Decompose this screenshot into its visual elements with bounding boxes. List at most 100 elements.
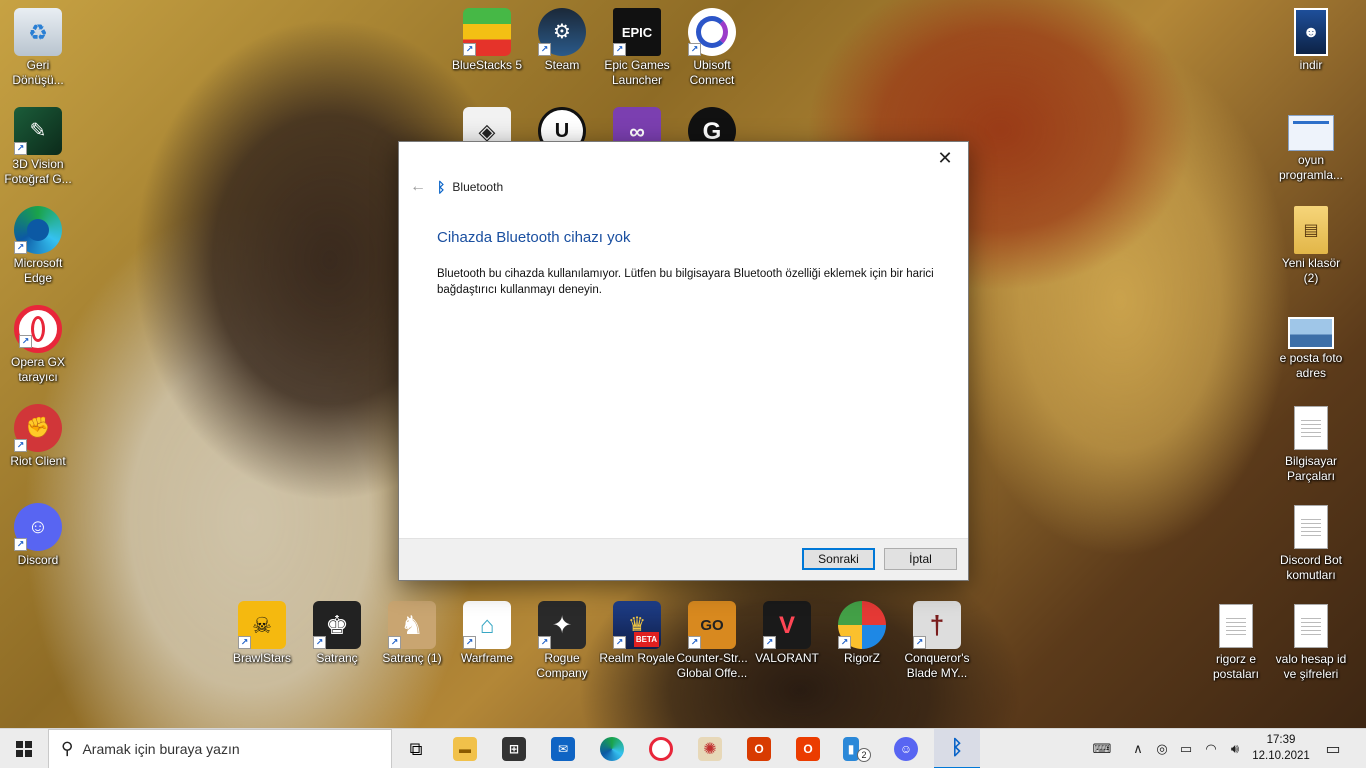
- desktop-icon-discord[interactable]: ☺ ↗ Discord: [0, 503, 76, 568]
- warframe-icon: ⌂ ↗: [463, 601, 511, 649]
- tray-network[interactable]: ◠: [1200, 729, 1222, 768]
- dialog-footer: Sonraki İptal: [399, 538, 968, 580]
- tray-keyboard[interactable]: ⌨: [1088, 729, 1116, 768]
- desktop-icon-riot-client[interactable]: ✊ ↗ Riot Client: [0, 404, 76, 469]
- conquerors-blade-icon: † ↗: [913, 601, 961, 649]
- task-view-button[interactable]: ⧉: [396, 729, 436, 768]
- desktop-icon-steam[interactable]: ⚙ ↗ Steam: [524, 8, 600, 73]
- text-document-icon: [1294, 406, 1328, 450]
- desktop-icon-discord-bot[interactable]: Discord Bot komutları: [1273, 503, 1349, 583]
- desktop-icon-realm-royale[interactable]: ♛ BETA ↗ Realm Royale: [599, 601, 675, 666]
- desktop-icon-epic-games[interactable]: EPIC ↗ Epic Games Launcher: [599, 8, 675, 88]
- clock-time: 17:39: [1266, 734, 1296, 746]
- realm-royale-icon: ♛ BETA ↗: [613, 601, 661, 649]
- taskbar-opera-gx[interactable]: [641, 729, 681, 768]
- cancel-button[interactable]: İptal: [884, 548, 957, 570]
- next-button[interactable]: Sonraki: [802, 548, 875, 570]
- taskbar-notes[interactable]: ▮ 2: [837, 729, 877, 768]
- steam-icon: ⚙ ↗: [538, 8, 586, 56]
- desktop-icon-edge[interactable]: ↗ Microsoft Edge: [0, 206, 76, 286]
- chess-icon: ♞ ↗: [388, 601, 436, 649]
- taskbar-discord[interactable]: ☺: [886, 729, 926, 768]
- wifi-icon: ◠: [1205, 741, 1217, 756]
- taskbar: ⚲ Aramak için buraya yazın ⧉ ▬ ⊞ ✉ ✺ O O…: [0, 728, 1366, 768]
- dialog-header: ← ᛒ Bluetooth: [407, 178, 503, 196]
- discord-icon: ☺ ↗: [14, 503, 62, 551]
- taskbar-search[interactable]: ⚲ Aramak için buraya yazın: [48, 729, 392, 768]
- task-view-icon: ⧉: [409, 738, 423, 759]
- desktop-icon-warframe[interactable]: ⌂ ↗ Warframe: [449, 601, 525, 666]
- desktop-icon-rigorz-e-postalari[interactable]: rigorz e postaları: [1198, 602, 1274, 682]
- desktop-icon-valo-hesap[interactable]: valo hesap id ve şifreleri: [1273, 602, 1349, 682]
- back-arrow-icon[interactable]: ←: [407, 178, 429, 196]
- csgo-icon: GO ↗: [688, 601, 736, 649]
- taskbar-mail[interactable]: ✉: [543, 729, 583, 768]
- camera-icon: ◎: [1156, 741, 1168, 756]
- store-icon: ⊞: [502, 737, 526, 761]
- valorant-icon: V ↗: [763, 601, 811, 649]
- desktop-icon-opera-gx[interactable]: ↗ Opera GX tarayıcı: [0, 305, 76, 385]
- taskbar-file-explorer[interactable]: ▬: [445, 729, 485, 768]
- opera-gx-icon: [649, 737, 673, 761]
- tray-battery[interactable]: ▭: [1175, 729, 1197, 768]
- tray-show-hidden[interactable]: ∧: [1128, 729, 1148, 768]
- desktop-icon-conquerors-blade[interactable]: † ↗ Conqueror's Blade MY...: [899, 601, 975, 681]
- desktop-icon-bilgisayar-parcalari[interactable]: Bilgisayar Parçaları: [1273, 404, 1349, 484]
- dialog-header-label: Bluetooth: [452, 180, 504, 194]
- desktop-icon-e-posta-foto[interactable]: e posta foto adres: [1273, 305, 1349, 381]
- mail-icon: ✉: [551, 737, 575, 761]
- brawlstars-icon: ☠ ↗: [238, 601, 286, 649]
- close-icon: ✕: [937, 148, 953, 168]
- taskbar-edge[interactable]: [592, 729, 632, 768]
- keyboard-icon: ⌨: [1092, 741, 1112, 756]
- taskbar-office-2[interactable]: O: [788, 729, 828, 768]
- folder-icon: ▤: [1294, 206, 1328, 254]
- desktop-icon-csgo[interactable]: GO ↗ Counter-Str... Global Offe...: [674, 601, 750, 681]
- bluetooth-icon: ᛒ: [951, 736, 963, 759]
- taskbar-bluetooth[interactable]: ᛒ: [934, 729, 980, 768]
- screenshot-file-icon: [1288, 115, 1334, 151]
- desktop-icon-valorant[interactable]: V ↗ VALORANT: [749, 601, 825, 666]
- image-file-icon: [1288, 317, 1334, 349]
- discord-icon: ☺: [894, 737, 918, 761]
- desktop-icon-ubisoft[interactable]: ↗ Ubisoft Connect: [674, 8, 750, 88]
- rogue-company-icon: ✦ ↗: [538, 601, 586, 649]
- desktop-icon-oyun-programlari[interactable]: oyun programla...: [1273, 107, 1349, 183]
- desktop-icon-brawlstars[interactable]: ☠ ↗ BrawlStars: [224, 601, 300, 666]
- search-icon: ⚲: [61, 739, 74, 758]
- dialog-title: Cihazda Bluetooth cihazı yok: [437, 229, 631, 246]
- opera-gx-icon: ↗: [14, 305, 62, 353]
- tray-clock[interactable]: 17:39 12.10.2021: [1250, 732, 1312, 764]
- paint-palette-icon: ✺: [698, 737, 722, 761]
- tray-webcam[interactable]: ◎: [1152, 729, 1172, 768]
- desktop-icon-bluestacks[interactable]: ↗ BlueStacks 5: [449, 8, 525, 73]
- 3d-vision-icon: ✎ ↗: [14, 107, 62, 155]
- tray-volume[interactable]: 🔊︎: [1224, 729, 1246, 768]
- desktop-icon-recycle-bin[interactable]: ♻ Geri Dönüşü...: [0, 8, 76, 88]
- chevron-up-icon: ∧: [1133, 741, 1143, 756]
- taskbar-paint[interactable]: ✺: [690, 729, 730, 768]
- edge-icon: ↗: [14, 206, 62, 254]
- desktop-icon-indir[interactable]: ☻ indir: [1273, 8, 1349, 73]
- taskbar-office[interactable]: O: [739, 729, 779, 768]
- search-placeholder: Aramak için buraya yazın: [82, 741, 240, 757]
- riot-client-icon: ✊ ↗: [14, 404, 62, 452]
- desktop-icon-rigorz[interactable]: ↗ RigorZ: [824, 601, 900, 666]
- start-button[interactable]: [0, 729, 48, 768]
- desktop-icon-yeni-klasor[interactable]: ▤ Yeni klasör (2): [1273, 206, 1349, 286]
- action-center-button[interactable]: ▭: [1318, 729, 1348, 768]
- rigorz-icon: ↗: [838, 601, 886, 649]
- desktop-icon-3d-vision[interactable]: ✎ ↗ 3D Vision Fotoğraf G...: [0, 107, 76, 187]
- desktop-icon-chess-1[interactable]: ♞ ↗ Satranç (1): [374, 601, 450, 666]
- bluetooth-dialog: ✕ ← ᛒ Bluetooth Cihazda Bluetooth cihazı…: [398, 141, 969, 581]
- folder-icon: ▬: [453, 737, 477, 761]
- desktop-icon-chess[interactable]: ♚ ↗ Satranç: [299, 601, 375, 666]
- close-button[interactable]: ✕: [930, 146, 960, 170]
- desktop-icon-rogue-company[interactable]: ✦ ↗ Rogue Company: [524, 601, 600, 681]
- ubisoft-icon: ↗: [688, 8, 736, 56]
- text-document-icon: [1294, 505, 1328, 549]
- epic-games-icon: EPIC ↗: [613, 8, 661, 56]
- battery-icon: ▭: [1179, 741, 1193, 756]
- taskbar-store[interactable]: ⊞: [494, 729, 534, 768]
- image-file-icon: ☻: [1294, 8, 1328, 56]
